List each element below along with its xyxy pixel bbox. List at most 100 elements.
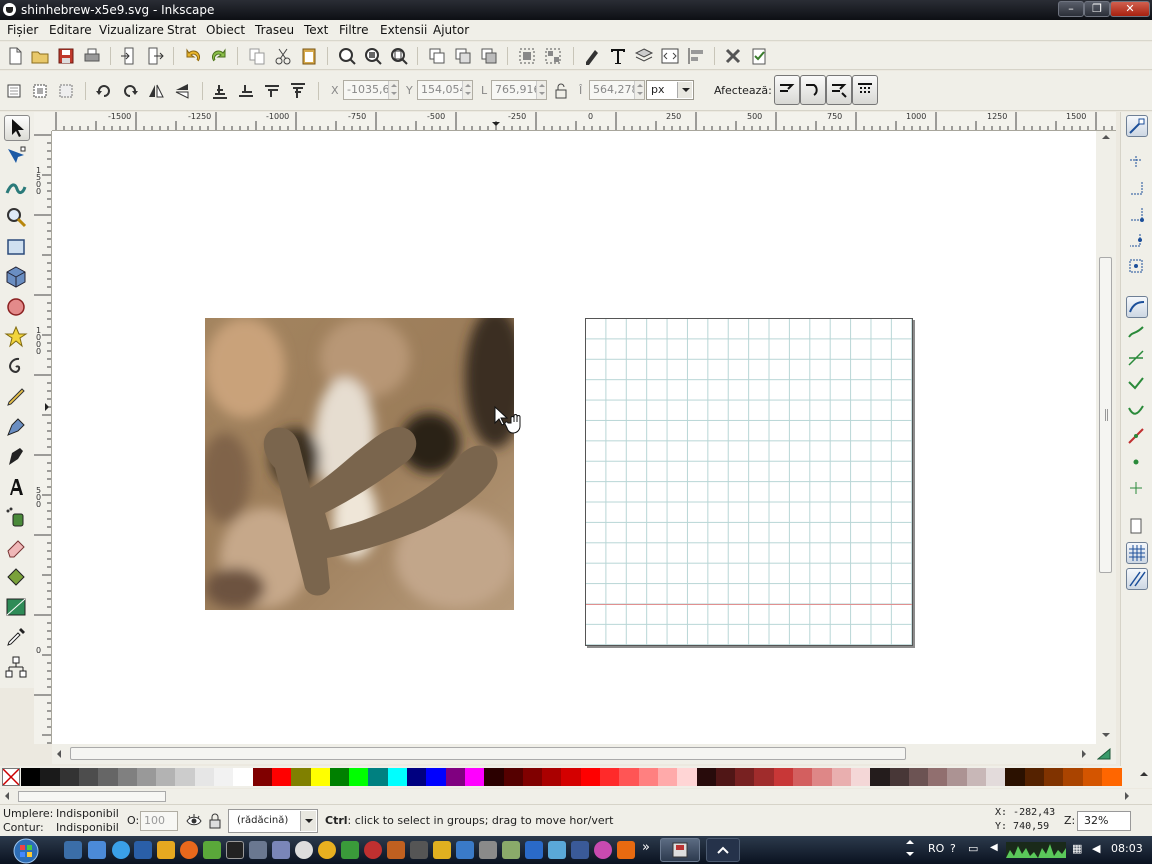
app-icon[interactable]: [479, 841, 497, 859]
snap-bbox-icon[interactable]: [1126, 152, 1148, 174]
network-icon[interactable]: ▦: [1072, 842, 1082, 855]
color-swatch[interactable]: [850, 768, 871, 786]
color-swatch[interactable]: [310, 768, 331, 786]
deselect-icon[interactable]: [57, 82, 77, 100]
vertical-ruler[interactable]: 1500 1000 500 0: [34, 131, 52, 744]
color-swatch[interactable]: [561, 768, 582, 786]
color-swatch[interactable]: [214, 768, 234, 786]
pencil-tool-icon[interactable]: [4, 385, 30, 411]
snap-bbox-center-icon[interactable]: [1126, 256, 1148, 278]
vertical-scroll-thumb[interactable]: [1099, 257, 1112, 573]
tray-scroll-arrows-icon[interactable]: [906, 840, 914, 860]
color-swatch[interactable]: [136, 768, 157, 786]
color-swatch[interactable]: [677, 768, 698, 786]
color-swatch[interactable]: [619, 768, 640, 786]
connector-tool-icon[interactable]: [4, 655, 30, 681]
color-swatch[interactable]: [1063, 768, 1084, 786]
zoom-drawing-icon[interactable]: [363, 46, 385, 66]
import-icon[interactable]: [119, 46, 141, 66]
snap-nodes-icon[interactable]: [1126, 296, 1148, 318]
app-icon[interactable]: [410, 841, 428, 859]
color-swatch[interactable]: [484, 768, 505, 786]
app-icon[interactable]: [433, 841, 451, 859]
print-icon[interactable]: [82, 46, 104, 66]
color-swatch[interactable]: [754, 768, 775, 786]
xml-editor-icon[interactable]: [660, 46, 682, 66]
app-icon[interactable]: [502, 841, 520, 859]
gradient-tool-icon[interactable]: [4, 595, 30, 621]
y-field[interactable]: 154,054: [417, 80, 473, 100]
raster-photo[interactable]: [205, 318, 514, 610]
explorer-icon[interactable]: [88, 841, 106, 859]
scroll-down-arrow-icon[interactable]: [1102, 733, 1110, 737]
snap-rotation-centers-icon[interactable]: [1126, 478, 1148, 500]
fill-stroke-icon[interactable]: [582, 46, 604, 66]
palette-menu-arrow-icon[interactable]: [1140, 772, 1148, 776]
color-swatch[interactable]: [59, 768, 80, 786]
paste-icon[interactable]: [299, 46, 321, 66]
scale-corners-toggle[interactable]: [800, 75, 826, 105]
no-paint-swatch-icon[interactable]: [2, 768, 20, 786]
menu-help[interactable]: Ajutor: [433, 23, 469, 37]
layer-lock-icon[interactable]: [208, 813, 222, 829]
snap-smooth-nodes-icon[interactable]: [1126, 400, 1148, 422]
flip-horizontal-icon[interactable]: [147, 82, 167, 100]
snap-paths-icon[interactable]: [1126, 322, 1148, 344]
scale-stroke-toggle[interactable]: [774, 75, 800, 105]
tray-expand-icon[interactable]: ◀: [990, 842, 998, 853]
color-swatch[interactable]: [600, 768, 620, 786]
color-swatch[interactable]: [1101, 768, 1122, 786]
media-player-icon[interactable]: [157, 841, 175, 859]
app-icon[interactable]: [594, 841, 612, 859]
height-field[interactable]: 564,278: [589, 80, 645, 100]
color-swatch[interactable]: [233, 768, 254, 786]
palette-scroll-thumb[interactable]: [18, 791, 166, 802]
language-indicator[interactable]: RO: [928, 842, 944, 855]
3d-box-tool-icon[interactable]: [4, 265, 30, 291]
show-desktop-icon[interactable]: [64, 841, 82, 859]
color-swatch[interactable]: [175, 768, 196, 786]
menu-layer[interactable]: Strat: [167, 23, 196, 37]
stroke-value[interactable]: Indisponibil: [56, 821, 119, 834]
spiral-tool-icon[interactable]: [4, 355, 30, 381]
unlink-clone-icon[interactable]: [479, 46, 501, 66]
app-icon[interactable]: [134, 841, 152, 859]
menu-text[interactable]: Text: [304, 23, 328, 37]
scroll-up-arrow-icon[interactable]: [1102, 135, 1110, 139]
zoom-selection-icon[interactable]: [337, 46, 359, 66]
color-swatch[interactable]: [407, 768, 427, 786]
export-icon[interactable]: [145, 46, 167, 66]
ellipse-tool-icon[interactable]: [4, 295, 30, 321]
taskbar-button[interactable]: [706, 838, 740, 862]
color-swatch[interactable]: [715, 768, 736, 786]
color-swatch[interactable]: [580, 768, 601, 786]
scroll-right-arrow-icon[interactable]: [1125, 792, 1129, 800]
color-swatch[interactable]: [329, 768, 350, 786]
app-icon[interactable]: [456, 841, 474, 859]
color-swatch[interactable]: [445, 768, 466, 786]
rotate-cw-icon[interactable]: [121, 82, 141, 100]
paint-bucket-tool-icon[interactable]: [4, 565, 30, 591]
color-swatch[interactable]: [908, 768, 929, 786]
color-swatch[interactable]: [387, 768, 408, 786]
color-swatch[interactable]: [78, 768, 99, 786]
system-tray-icons[interactable]: ▭: [968, 842, 978, 855]
lock-ratio-icon[interactable]: [552, 82, 572, 100]
color-swatch[interactable]: [1024, 768, 1045, 786]
color-swatch[interactable]: [156, 768, 177, 786]
menu-filters[interactable]: Filtre: [339, 23, 368, 37]
scroll-right-arrow-icon[interactable]: [1082, 750, 1086, 758]
snap-page-border-icon[interactable]: [1126, 516, 1148, 538]
snap-bbox-edge-icon[interactable]: [1126, 178, 1148, 200]
snap-line-midpoints-icon[interactable]: [1126, 426, 1148, 448]
layer-select[interactable]: (rădăcină): [228, 809, 318, 833]
app-icon[interactable]: [548, 841, 566, 859]
menu-object[interactable]: Obiect: [206, 23, 245, 37]
color-swatch[interactable]: [947, 768, 968, 786]
app-icon[interactable]: [341, 841, 359, 859]
layers-icon[interactable]: [634, 46, 656, 66]
clone-icon[interactable]: [453, 46, 475, 66]
color-swatch[interactable]: [252, 768, 273, 786]
rectangle-tool-icon[interactable]: [4, 235, 30, 261]
node-tool-icon[interactable]: [4, 145, 30, 171]
